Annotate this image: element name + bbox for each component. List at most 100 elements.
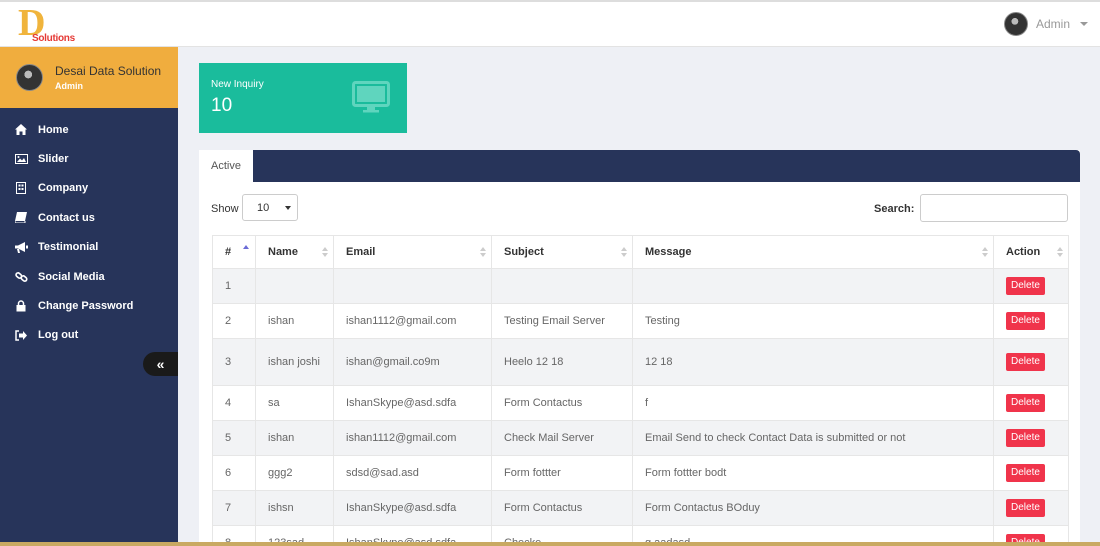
sidebar-item-label: Log out <box>38 329 79 342</box>
lock-icon <box>14 300 28 312</box>
cell-message: 12 18 <box>632 338 994 386</box>
cell-name: sa <box>255 385 334 421</box>
sidebar-item-testimonial[interactable]: Testimonial <box>0 233 178 262</box>
cell-email: ishan@gmail.co9m <box>333 338 492 386</box>
table-controls: Show 10 Search: <box>199 182 1080 230</box>
cell-id: 3 <box>212 338 256 386</box>
cell-name: ishan <box>255 420 334 456</box>
cell-subject: Form Contactus <box>491 385 633 421</box>
brand-logo[interactable]: D Solutions <box>18 3 78 47</box>
home-icon <box>14 124 28 136</box>
table-row: 1 Delete <box>212 268 1069 304</box>
column-header-label: Name <box>268 246 298 258</box>
page-size-select[interactable]: 10 <box>242 194 298 221</box>
caret-down-icon <box>1080 22 1088 26</box>
cell-email: ishan1112@gmail.com <box>333 303 492 339</box>
profile-role: Admin <box>55 81 83 91</box>
cell-id: 6 <box>212 455 256 491</box>
delete-button[interactable]: Delete <box>1006 277 1045 295</box>
show-label: Show <box>211 203 239 215</box>
inquiry-panel: Active Show 10 Search: # Name Email Subj… <box>199 150 1080 546</box>
logout-icon <box>14 329 28 341</box>
sidebar-item-social-media[interactable]: Social Media <box>0 262 178 291</box>
double-chevron-left-icon: « <box>156 356 165 372</box>
sidebar-item-change-password[interactable]: Change Password <box>0 291 178 320</box>
sidebar-item-log-out[interactable]: Log out <box>0 321 178 350</box>
main-content: New Inquiry 10 Active Show 10 Search: # <box>178 47 1100 546</box>
user-menu-label: Admin <box>1035 17 1070 31</box>
sidebar-item-label: Home <box>38 123 69 136</box>
cell-id: 2 <box>212 303 256 339</box>
sidebar-nav: Home Slider Company Contact us Testimoni… <box>0 108 178 350</box>
table-header-row: # Name Email Subject Message Action <box>212 235 1069 269</box>
sort-icon <box>322 247 328 258</box>
column-header-action[interactable]: Action <box>993 235 1069 269</box>
table-row: 2 ishan ishan1112@gmail.com Testing Emai… <box>212 303 1069 339</box>
cell-email: IshanSkype@asd.sdfa <box>333 490 492 526</box>
delete-button[interactable]: Delete <box>1006 353 1045 371</box>
table-row: 4 sa IshanSkype@asd.sdfa Form Contactus … <box>212 385 1069 421</box>
sidebar-profile: Desai Data Solution Admin <box>0 47 178 108</box>
page-size-value: 10 <box>257 202 270 214</box>
dropdown-arrow-icon <box>285 206 291 210</box>
table-row: 6 ggg2 sdsd@sad.asd Form fottter Form fo… <box>212 455 1069 491</box>
sidebar-item-slider[interactable]: Slider <box>0 144 178 173</box>
cell-subject: Check Mail Server <box>491 420 633 456</box>
delete-button[interactable]: Delete <box>1006 464 1045 482</box>
avatar <box>1003 12 1028 36</box>
cell-subject <box>491 268 633 304</box>
delete-button[interactable]: Delete <box>1006 429 1045 447</box>
cell-id: 4 <box>212 385 256 421</box>
sort-icon <box>480 247 486 258</box>
monitor-icon <box>352 81 390 116</box>
sidebar-item-label: Change Password <box>38 300 134 313</box>
sort-asc-icon <box>243 245 249 256</box>
search-input[interactable] <box>920 194 1068 222</box>
cell-name <box>255 268 334 304</box>
column-header-subject[interactable]: Subject <box>491 235 633 269</box>
sort-icon <box>621 247 627 258</box>
link-icon <box>14 271 28 283</box>
cell-action: Delete <box>993 385 1069 421</box>
book-icon <box>14 212 28 224</box>
sidebar-item-company[interactable]: Company <box>0 174 178 203</box>
cell-id: 7 <box>212 490 256 526</box>
cell-subject: Form Contactus <box>491 490 633 526</box>
column-header-label: # <box>225 246 232 258</box>
column-header-label: Email <box>346 246 376 258</box>
sidebar-item-home[interactable]: Home <box>0 115 178 144</box>
inquiry-table: # Name Email Subject Message Action 1 De… <box>212 235 1069 546</box>
delete-button[interactable]: Delete <box>1006 394 1045 412</box>
sidebar-item-label: Testimonial <box>38 241 99 254</box>
image-icon <box>14 153 28 165</box>
cell-message: f <box>632 385 994 421</box>
delete-button[interactable]: Delete <box>1006 312 1045 330</box>
table-row: 5 ishan ishan1112@gmail.com Check Mail S… <box>212 420 1069 456</box>
sort-icon <box>982 247 988 258</box>
column-header-email[interactable]: Email <box>333 235 492 269</box>
table-row: 7 ishsn IshanSkype@asd.sdfa Form Contact… <box>212 490 1069 526</box>
logo-subtitle: Solutions <box>32 33 75 44</box>
cell-id: 1 <box>212 268 256 304</box>
cell-message <box>632 268 994 304</box>
delete-button[interactable]: Delete <box>1006 499 1045 517</box>
column-header-id[interactable]: # <box>212 235 256 269</box>
sidebar-item-contact-us[interactable]: Contact us <box>0 203 178 232</box>
new-inquiry-card[interactable]: New Inquiry 10 <box>199 63 407 133</box>
column-header-label: Subject <box>504 246 544 258</box>
column-header-message[interactable]: Message <box>632 235 994 269</box>
column-header-name[interactable]: Name <box>255 235 334 269</box>
sidebar-item-label: Social Media <box>38 270 105 283</box>
cell-action: Delete <box>993 455 1069 491</box>
top-navbar: D Solutions Admin <box>0 0 1100 47</box>
cell-message: Testing <box>632 303 994 339</box>
collapse-sidebar-button[interactable]: « <box>143 352 178 376</box>
cell-name: ishan joshi <box>255 338 334 386</box>
cell-subject: Testing Email Server <box>491 303 633 339</box>
cell-email: IshanSkype@asd.sdfa <box>333 385 492 421</box>
sidebar: Desai Data Solution Admin Home Slider Co… <box>0 47 178 546</box>
user-menu[interactable]: Admin <box>1003 12 1088 36</box>
tab-active[interactable]: Active <box>199 150 253 182</box>
cell-action: Delete <box>993 490 1069 526</box>
table-row: 3 ishan joshi ishan@gmail.co9m Heelo 12 … <box>212 338 1069 386</box>
